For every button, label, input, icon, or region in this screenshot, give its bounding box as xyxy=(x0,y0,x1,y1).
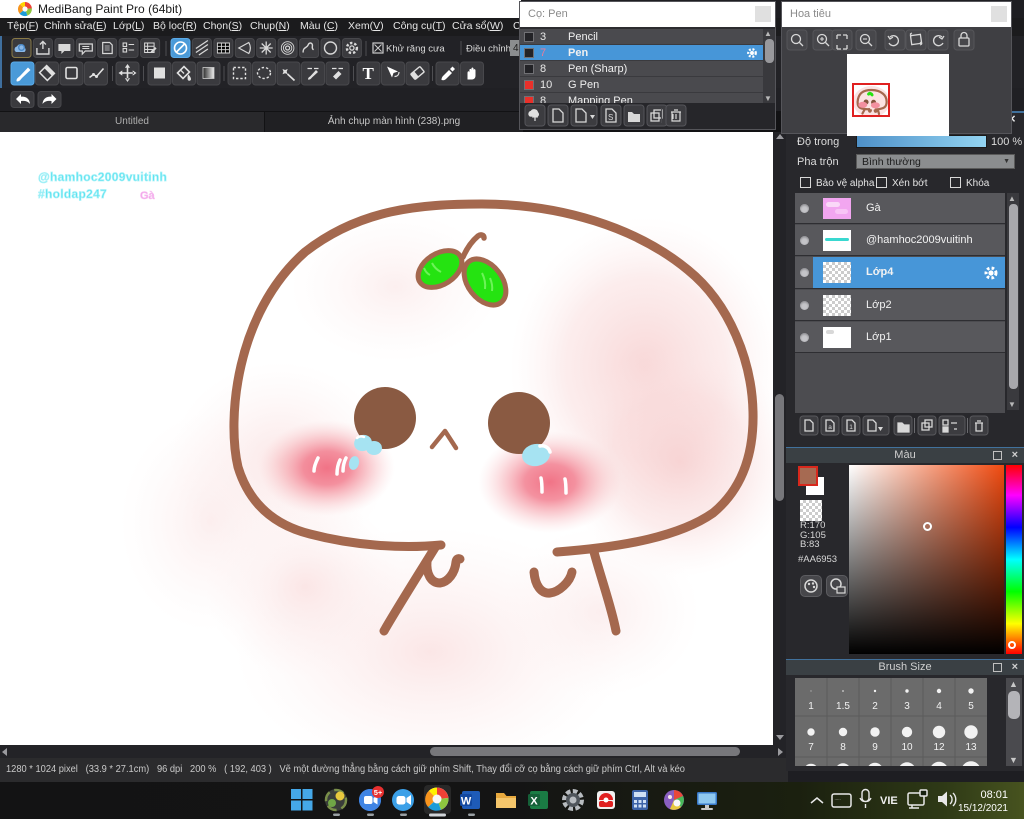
svg-text:1: 1 xyxy=(808,701,814,712)
svg-text:2: 2 xyxy=(872,701,878,712)
svg-text:X: X xyxy=(530,796,538,808)
svg-text:5+: 5+ xyxy=(374,788,383,797)
svg-text:@hamhoc2009vuitinh: @hamhoc2009vuitinh xyxy=(38,170,167,184)
svg-text:8: 8 xyxy=(840,742,846,753)
svg-text:3: 3 xyxy=(904,701,910,712)
svg-text:.....: ..... xyxy=(835,796,841,801)
svg-text:Khử răng cưa: Khử răng cưa xyxy=(386,44,445,55)
svg-text:4: 4 xyxy=(936,701,942,712)
svg-text:15/12/2021: 15/12/2021 xyxy=(958,803,1008,814)
svg-text:1.5: 1.5 xyxy=(836,701,850,712)
svg-text:W: W xyxy=(461,796,472,808)
svg-text:S: S xyxy=(608,113,613,122)
svg-text:9: 9 xyxy=(872,742,878,753)
svg-text:VIE: VIE xyxy=(880,795,898,807)
svg-text:a: a xyxy=(828,424,832,431)
svg-text:#holdap247: #holdap247 xyxy=(38,187,107,201)
svg-text:08:01: 08:01 xyxy=(980,789,1008,801)
svg-text:5: 5 xyxy=(968,701,974,712)
svg-text:Điều chỉnh: Điều chỉnh xyxy=(466,44,511,55)
svg-text:10: 10 xyxy=(901,742,913,753)
svg-text:1: 1 xyxy=(849,424,853,431)
svg-text:12: 12 xyxy=(933,742,945,753)
svg-text:13: 13 xyxy=(965,742,977,753)
svg-text:7: 7 xyxy=(808,742,814,753)
svg-text:T: T xyxy=(363,64,375,83)
svg-text:Gà: Gà xyxy=(140,190,156,202)
